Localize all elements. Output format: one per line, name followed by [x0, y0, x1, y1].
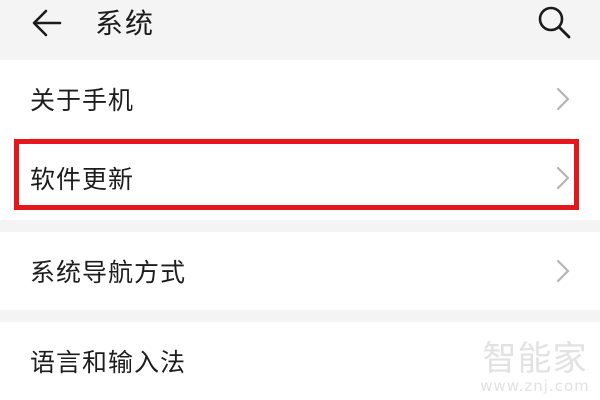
arrow-left-icon: [32, 9, 62, 37]
settings-item-language-input[interactable]: 语言和输入法: [0, 322, 600, 400]
back-button[interactable]: [30, 6, 64, 40]
settings-item-label: 软件更新: [30, 165, 135, 194]
settings-item-label: 系统导航方式: [30, 258, 187, 287]
system-settings-screen: 系统 关于手机 软件更新 系统导航方式 语言和输入法 智能家 www.znj.c…: [0, 0, 600, 400]
settings-item-about-phone[interactable]: 关于手机: [0, 60, 600, 138]
search-button[interactable]: [536, 4, 572, 40]
settings-group-3: 语言和输入法: [0, 322, 600, 400]
settings-item-label: 语言和输入法: [30, 348, 187, 377]
app-bar: 系统: [0, 0, 600, 48]
settings-group-2: 系统导航方式: [0, 232, 600, 310]
search-icon: [538, 6, 571, 39]
settings-item-system-navigation[interactable]: 系统导航方式: [0, 232, 600, 310]
page-title: 系统: [95, 7, 156, 40]
chevron-right-icon: [556, 259, 570, 283]
chevron-right-icon: [556, 166, 570, 190]
settings-item-software-update[interactable]: 软件更新: [0, 139, 600, 217]
settings-group-1: 关于手机 软件更新: [0, 60, 600, 220]
chevron-right-icon: [556, 87, 570, 111]
settings-item-label: 关于手机: [30, 86, 135, 115]
